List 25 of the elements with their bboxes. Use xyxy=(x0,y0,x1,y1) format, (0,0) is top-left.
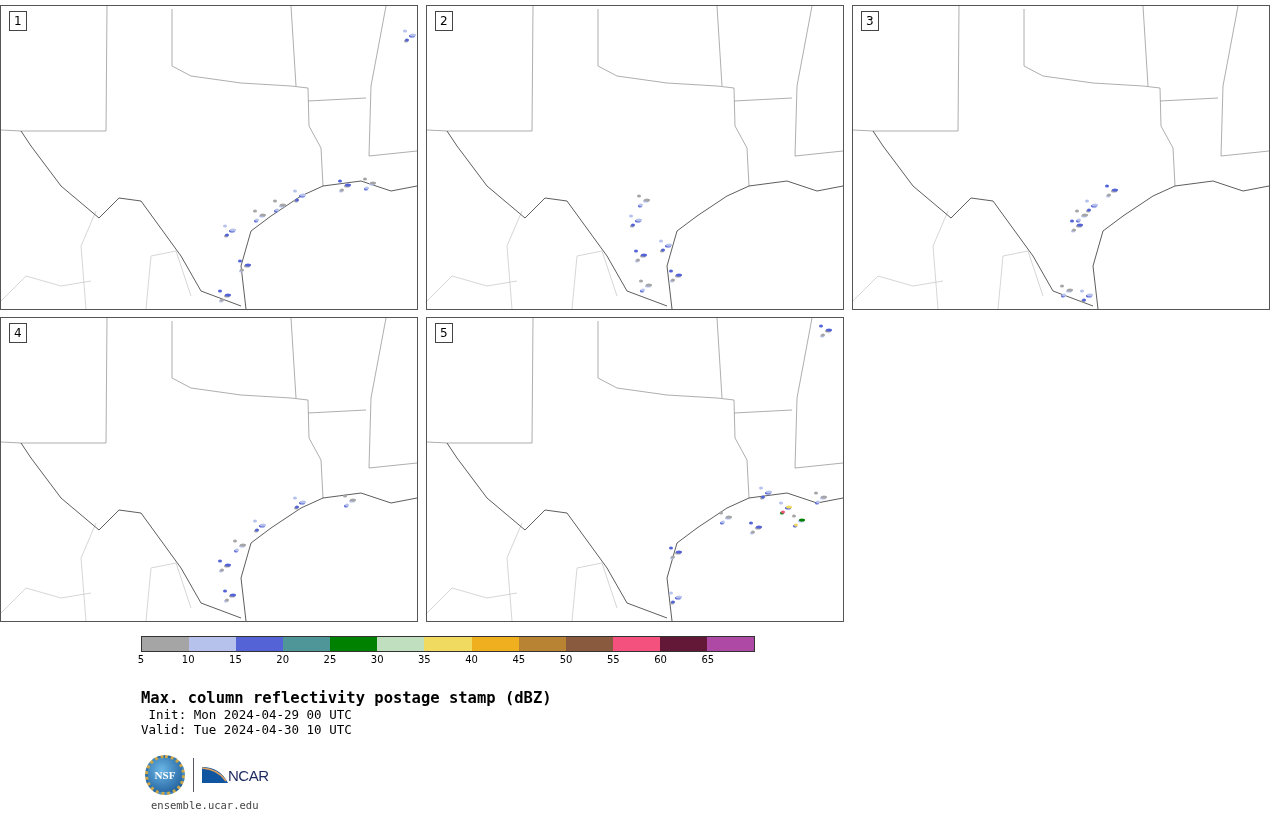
figure-title: Max. column reflectivity postage stamp (dBZ) xyxy=(141,689,553,707)
seal-logo: NSF xyxy=(145,755,185,795)
wordmark: NCAR xyxy=(228,766,269,784)
panel-number: 3 xyxy=(861,11,879,31)
arc-logo-icon xyxy=(202,765,228,785)
tick-label: 25 xyxy=(323,654,337,665)
tick-label: 10 xyxy=(181,654,195,665)
panel-number: 2 xyxy=(435,11,453,31)
tick-label: 55 xyxy=(606,654,620,665)
tick-label: 35 xyxy=(418,654,431,665)
valid-time: Valid: Tue 2024-04-30 10 UTC xyxy=(141,722,353,737)
tick-label: 20 xyxy=(276,654,290,665)
tick-label: 50 xyxy=(559,654,573,665)
site-url: ensemble.ucar.edu xyxy=(151,799,260,811)
panel-number: 1 xyxy=(9,11,27,31)
tick-label: 15 xyxy=(229,654,242,665)
panel-number: 4 xyxy=(9,323,27,343)
tick-label: 5 xyxy=(137,654,145,665)
tick-label: 40 xyxy=(465,654,478,665)
tick-label: 30 xyxy=(370,654,384,665)
init-time: Init: Mon 2024-04-29 00 UTC xyxy=(147,707,353,722)
panel-number: 5 xyxy=(435,323,453,343)
tick-label: 45 xyxy=(512,654,526,665)
tick-label: 65 xyxy=(701,654,715,665)
tick-label: 60 xyxy=(654,654,667,665)
